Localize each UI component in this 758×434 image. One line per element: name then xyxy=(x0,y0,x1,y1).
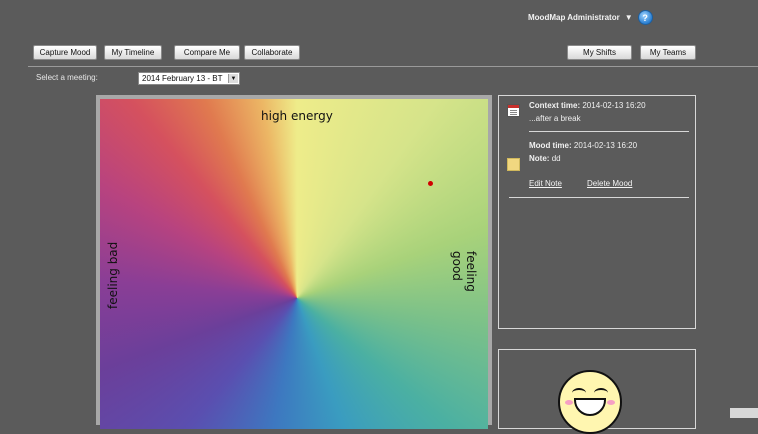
feeling-good-label: feeling good xyxy=(450,251,478,292)
mood-time-value: 2014-02-13 16:20 xyxy=(573,141,638,150)
meeting-select[interactable]: 2014 February 13 - BT ▼ xyxy=(138,72,240,85)
feeling-bad-label: feeling bad xyxy=(106,241,120,309)
dropdown-triangle-icon: ▼ xyxy=(624,13,633,22)
toolbar-divider xyxy=(28,66,758,67)
user-menu-label: MoodMap Administrator xyxy=(528,13,620,22)
compare-me-button[interactable]: Compare Me xyxy=(174,45,240,60)
my-shifts-button[interactable]: My Shifts xyxy=(567,45,632,60)
meeting-select-value: 2014 February 13 - BT xyxy=(142,74,223,83)
capture-mood-button[interactable]: Capture Mood xyxy=(33,45,97,60)
smiley-cheek-right xyxy=(607,400,615,405)
mood-point[interactable] xyxy=(428,181,433,186)
mood-map-frame: high energy feeling bad feeling good xyxy=(96,95,492,429)
mood-color-swatch xyxy=(507,158,520,171)
details-divider xyxy=(529,131,689,132)
note-value: dd xyxy=(551,154,561,163)
corner-widget[interactable] xyxy=(730,408,758,418)
mood-time-label: Mood time: xyxy=(529,141,572,150)
smiley-face-icon xyxy=(558,370,622,434)
user-menu[interactable]: MoodMap Administrator ▼ ? xyxy=(528,10,653,25)
details-divider-bottom xyxy=(509,197,689,198)
mood-map[interactable]: high energy feeling bad feeling good xyxy=(100,99,488,429)
context-note: ...after a break xyxy=(529,114,581,123)
my-teams-button[interactable]: My Teams xyxy=(640,45,696,60)
smiley-mouth xyxy=(574,398,606,416)
my-timeline-button[interactable]: My Timeline xyxy=(104,45,162,60)
meeting-label: Select a meeting: xyxy=(36,73,98,82)
smiley-eye-left xyxy=(572,388,586,398)
smiley-eye-right xyxy=(594,388,608,398)
chevron-down-icon[interactable]: ▼ xyxy=(228,74,238,83)
help-icon[interactable]: ? xyxy=(637,10,653,25)
edit-note-link[interactable]: Edit Note xyxy=(529,179,562,188)
context-time-label: Context time: xyxy=(529,101,581,110)
delete-mood-link[interactable]: Delete Mood xyxy=(587,179,632,188)
mood-details-panel: Context time: 2014-02-13 16:20 ...after … xyxy=(498,95,696,329)
high-energy-label: high energy xyxy=(261,109,333,123)
collaborate-button[interactable]: Collaborate xyxy=(244,45,300,60)
smiley-cheek-left xyxy=(565,400,573,405)
note-label: Note: xyxy=(529,154,550,163)
context-time-value: 2014-02-13 16:20 xyxy=(582,101,646,110)
calendar-icon xyxy=(507,104,520,117)
